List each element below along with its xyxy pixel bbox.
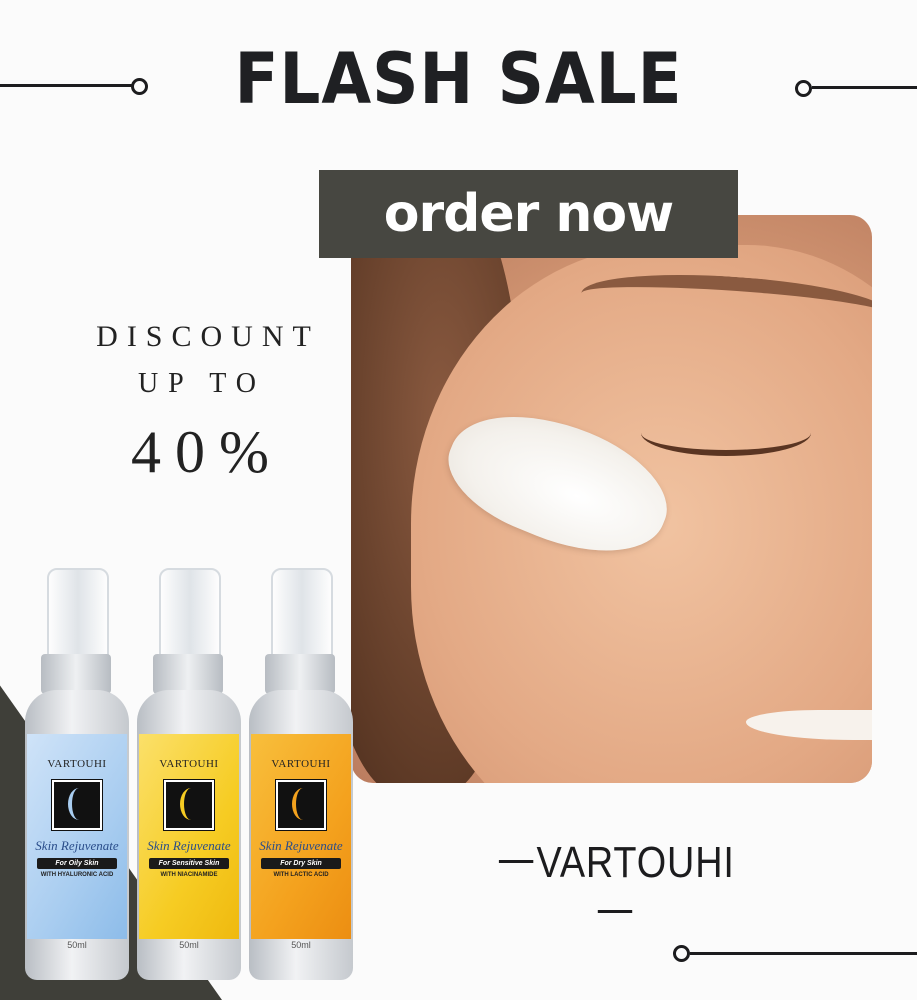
label-ingredient: WITH LACTIC ACID — [273, 872, 329, 878]
brand-name: VARTOUHI — [536, 838, 735, 887]
bottle-cap — [159, 568, 221, 660]
label-skin-type: For Oily Skin — [37, 858, 117, 869]
label-brand: VARTOUHI — [159, 758, 219, 770]
model-photo — [351, 215, 872, 783]
bottle-pump — [265, 654, 335, 694]
label-volume: 50ml — [67, 940, 87, 950]
product-bottle-oily: VARTOUHI Skin Rejuvenate For Oily Skin W… — [25, 568, 129, 980]
label-product-name: Skin Rejuvenate — [147, 838, 231, 853]
label-volume: 50ml — [291, 940, 311, 950]
label-ingredient: WITH HYALURONIC ACID — [40, 872, 114, 878]
label-product-name: Skin Rejuvenate — [259, 838, 343, 853]
face-logo-icon — [275, 779, 327, 831]
brand-dash-right — [597, 909, 633, 913]
discount-amount: 40% — [131, 419, 283, 485]
decor-line-bottom-right — [690, 952, 917, 955]
discount-line-2: UP TO — [137, 368, 267, 399]
label-product-name: Skin Rejuvenate — [35, 838, 119, 853]
face-logo-icon — [163, 779, 215, 831]
label-brand: VARTOUHI — [271, 758, 331, 770]
bottle-pump — [41, 654, 111, 694]
brand-dash-left — [498, 859, 534, 863]
bottle-label: VARTOUHI Skin Rejuvenate For Sensitive S… — [139, 734, 239, 939]
order-now-button[interactable]: order now — [319, 170, 738, 258]
label-ingredient: WITH NIACINAMIDE — [160, 872, 218, 878]
discount-line-1: DISCOUNT — [96, 320, 320, 353]
label-skin-type: For Dry Skin — [261, 858, 341, 869]
brand-wordmark: VARTOUHI — [478, 838, 751, 938]
product-bottle-dry: VARTOUHI Skin Rejuvenate For Dry Skin WI… — [249, 568, 353, 980]
bottle-cap — [47, 568, 109, 660]
label-brand: VARTOUHI — [47, 758, 107, 770]
headline: FLASH SALE — [234, 38, 683, 120]
product-bottle-sensitive: VARTOUHI Skin Rejuvenate For Sensitive S… — [137, 568, 241, 980]
bottle-label: VARTOUHI Skin Rejuvenate For Dry Skin WI… — [251, 734, 351, 939]
bottle-cap — [271, 568, 333, 660]
label-skin-type: For Sensitive Skin — [149, 858, 229, 869]
bottle-label: VARTOUHI Skin Rejuvenate For Oily Skin W… — [27, 734, 127, 939]
face-logo-icon — [51, 779, 103, 831]
label-volume: 50ml — [179, 940, 199, 950]
bottle-pump — [153, 654, 223, 694]
decor-circle-bottom-right — [673, 945, 690, 962]
